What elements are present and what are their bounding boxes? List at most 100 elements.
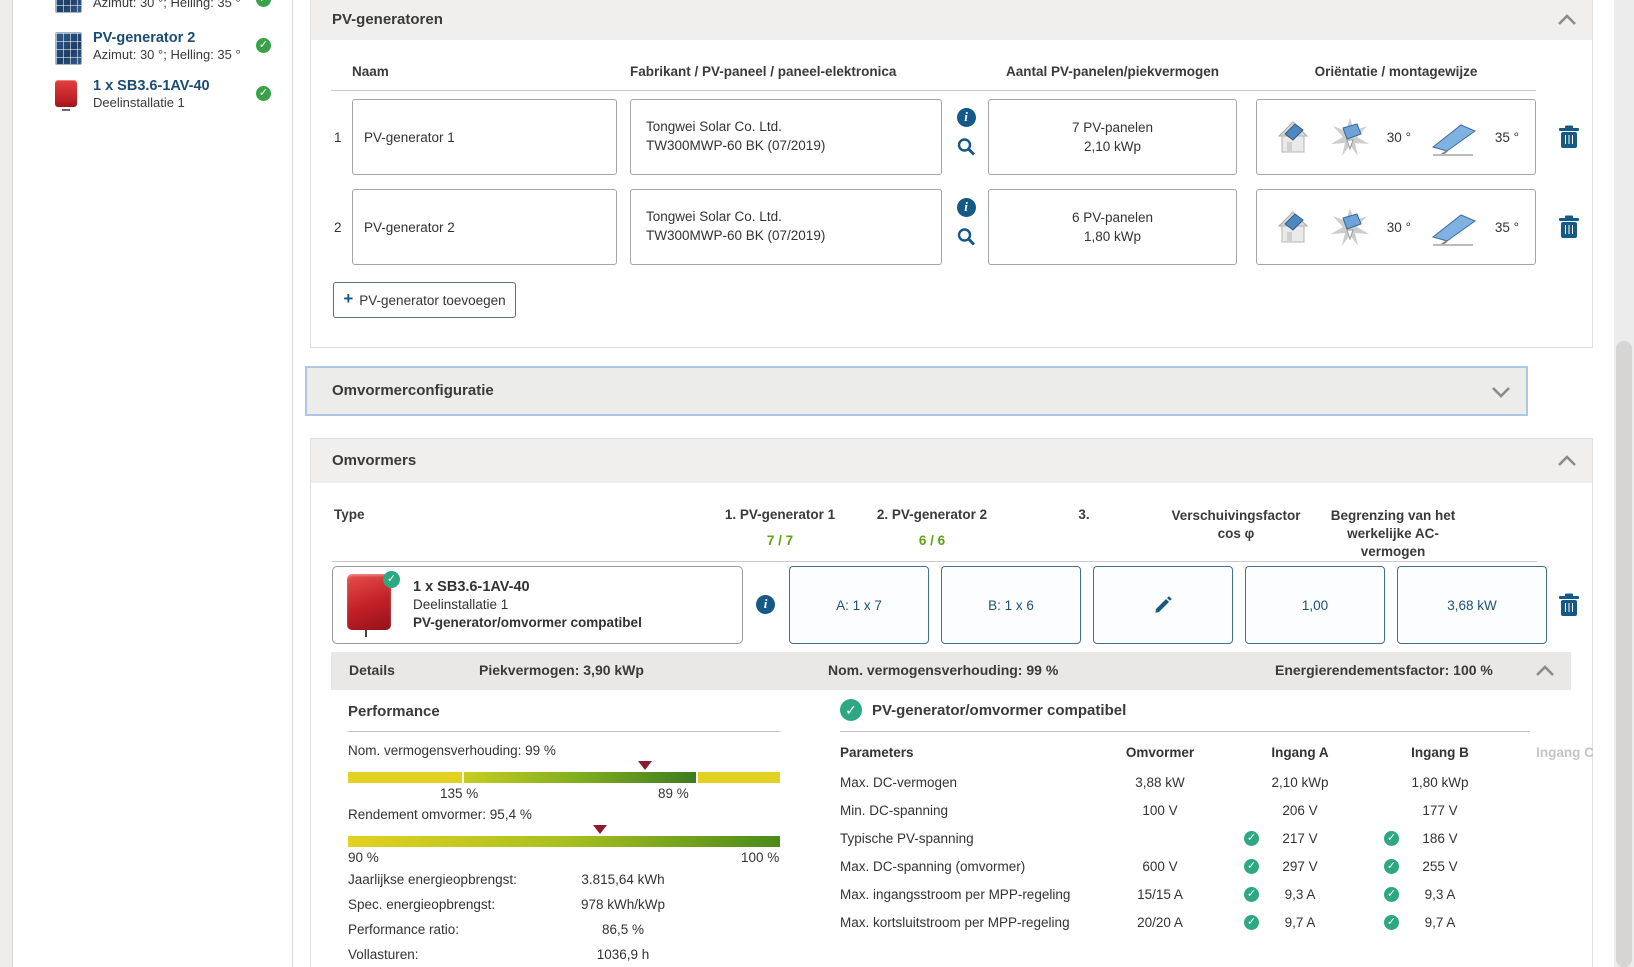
section-divider — [840, 731, 1530, 732]
input-a-assignment-box[interactable]: A: 1 x 7 — [789, 566, 929, 644]
pv-generator-name-input[interactable] — [353, 190, 616, 264]
check-ok-icon: ✓ — [256, 0, 271, 7]
search-icon[interactable] — [956, 137, 976, 157]
panel-count-box[interactable]: 6 PV-panelen 1,80 kWp — [988, 189, 1237, 265]
tilt-panel-icon — [1431, 214, 1476, 246]
sidebar-item-pv-generator-1[interactable]: PV-generator 1 Azimut: 30 °; Helling: 35… — [14, 0, 293, 22]
gen2-assigned-count: 6 / 6 — [918, 533, 946, 548]
inverter-value: 15/15 A — [1137, 887, 1183, 902]
column-header-cos-phi: Verschuivingsfactor cos φ — [1171, 508, 1301, 541]
pencil-icon — [1155, 596, 1172, 613]
column-header-orientation: Oriëntatie / montagewijze — [1314, 64, 1478, 79]
azimuth-compass-icon — [1330, 208, 1369, 246]
header-divider — [331, 90, 1536, 91]
sidebar-item-inverter[interactable]: 1 x SB3.6-1AV-40 Deelinstallatie 1 ✓ — [14, 78, 293, 122]
details-label: Details — [349, 662, 395, 678]
row-number: 1 — [334, 130, 342, 145]
inverters-header[interactable]: Omvormers — [311, 439, 1592, 483]
column-header-input-a: Ingang A — [1271, 745, 1329, 760]
nominal-ratio-label: Nom. vermogensverhouding: 99 % — [348, 743, 556, 758]
delete-icon[interactable] — [1558, 215, 1580, 239]
inverter-type-card[interactable]: ✓ 1 x SB3.6-1AV-40 Deelinstallatie 1 PV-… — [332, 566, 743, 644]
sidebar-item-subtitle: Azimut: 30 °; Helling: 35 ° — [93, 0, 241, 10]
gen1-assigned-count: 7 / 7 — [766, 533, 794, 548]
orientation-box[interactable]: 30 ° 35 ° — [1256, 99, 1536, 175]
cos-phi-box[interactable]: 1,00 — [1245, 566, 1385, 644]
info-icon[interactable]: i — [956, 108, 976, 127]
inverter-value: 3,88 kW — [1135, 775, 1185, 790]
bar2-tick-left: 90 % — [348, 850, 379, 865]
compatibility-heading: PV-generator/omvormer compatibel — [872, 702, 1127, 719]
inverter-type-title: 1 x SB3.6-1AV-40 — [413, 579, 530, 595]
scrollbar-track[interactable] — [1614, 0, 1634, 967]
bar1-tick-89: 89 % — [658, 786, 689, 801]
check-ok-icon: ✓ — [256, 38, 271, 53]
input-b-assignment-box[interactable]: B: 1 x 6 — [941, 566, 1081, 644]
sidebar-item-title: PV-generator 2 — [93, 30, 196, 46]
orientation-box[interactable]: 30 ° 35 ° — [1256, 189, 1536, 265]
module-select-box[interactable]: Tongwei Solar Co. Ltd. TW300MWP-60 BK (0… — [630, 99, 942, 175]
module-actions: i — [956, 198, 976, 247]
nominal-ratio-bar — [348, 772, 780, 783]
scrollbar-thumb[interactable] — [1616, 341, 1632, 967]
pv-generator-name-input[interactable] — [353, 100, 616, 174]
add-pv-generator-button[interactable]: + PV-generator toevoegen — [333, 282, 516, 318]
delete-icon[interactable] — [1558, 125, 1580, 149]
inverter-configuration-panel[interactable]: Omvormerconfiguratie — [305, 366, 1528, 416]
inverter-value: 20/20 A — [1137, 915, 1183, 930]
parameter-row: Min. DC-spanning 100 V 206 V 177 V — [840, 803, 1540, 827]
module-select-box[interactable]: Tongwei Solar Co. Ltd. TW300MWP-60 BK (0… — [630, 189, 942, 265]
check-ok-icon: ✓ — [1244, 915, 1259, 930]
panel-title: PV-generatoren — [332, 11, 443, 28]
sidebar-item-subtitle: Azimut: 30 °; Helling: 35 ° — [93, 47, 241, 62]
chevron-up-icon[interactable] — [1555, 450, 1579, 472]
bar1-marker — [638, 761, 652, 770]
stat-value: 978 kWh/kWp — [580, 897, 666, 912]
check-ok-icon: ✓ — [1384, 859, 1399, 874]
column-header-count: Aantal PV-panelen/piekvermogen — [1005, 64, 1220, 79]
row-number: 2 — [334, 220, 342, 235]
peak-power-summary: Piekvermogen: 3,90 kWp — [479, 662, 644, 678]
stat-label: Jaarlijkse energieopbrengst: — [348, 872, 517, 887]
pv-generator-row: 1 Tongwei Solar Co. Ltd. TW300MWP-60 BK … — [332, 99, 1594, 177]
parameter-row: Typische PV-spanning ✓ 217 V ✓ 186 V — [840, 831, 1540, 855]
check-ok-icon: ✓ — [840, 699, 862, 721]
input-c-edit-box[interactable] — [1093, 566, 1233, 644]
sidebar-item-pv-generator-2[interactable]: PV-generator 2 Azimut: 30 °; Helling: 35… — [14, 30, 293, 74]
tilt-panel-icon — [1431, 124, 1476, 156]
manufacturer-name: Tongwei Solar Co. Ltd. — [646, 209, 782, 224]
energy-factor-summary: Energierendementsfactor: 100 % — [1275, 662, 1493, 678]
input-a-value: ✓ 297 V — [1230, 859, 1370, 874]
delete-icon[interactable] — [1558, 593, 1580, 617]
inverter-compat-status: PV-generator/omvormer compatibel — [413, 615, 642, 630]
column-header-gen1: 1. PV-generator 1 — [724, 507, 836, 522]
chevron-up-icon[interactable] — [1555, 9, 1579, 31]
inverter-efficiency-bar — [348, 836, 780, 847]
chevron-down-icon[interactable] — [1489, 381, 1513, 403]
bar2-marker — [593, 825, 607, 834]
details-bar[interactable]: Details Piekvermogen: 3,90 kWp Nom. verm… — [331, 652, 1571, 690]
manufacturer-name: Tongwei Solar Co. Ltd. — [646, 119, 782, 134]
input-a-value: ✓ 217 V — [1230, 831, 1370, 846]
module-actions: i — [956, 108, 976, 157]
panel-count-box[interactable]: 7 PV-panelen 2,10 kWp — [988, 99, 1237, 175]
column-header-ac-limit: Begrenzing van het werkelijke AC-vermogen — [1330, 508, 1456, 559]
panel-title: Omvormers — [332, 452, 417, 469]
parameter-label: Max. DC-spanning (omvormer) — [840, 859, 1026, 874]
parameters-header-row: Parameters Omvormer Ingang A Ingang B In… — [840, 745, 1594, 769]
column-header-gen2: 2. PV-generator 2 — [876, 507, 988, 522]
inverter-icon — [55, 80, 77, 107]
sidebar: PV-generator 1 Azimut: 30 °; Helling: 35… — [14, 0, 293, 967]
chevron-up-icon[interactable] — [1533, 660, 1557, 682]
panel-title: Omvormerconfiguratie — [332, 382, 494, 399]
bar1-tick-135: 135 % — [440, 786, 479, 801]
input-a-value: ✓ 9,3 A — [1230, 887, 1370, 902]
info-icon[interactable]: i — [956, 198, 976, 217]
parameter-label: Max. DC-vermogen — [840, 775, 958, 790]
search-icon[interactable] — [956, 227, 976, 247]
tilt-value: 35 ° — [1494, 219, 1519, 235]
input-b-value: ✓ 255 V — [1370, 859, 1510, 874]
ac-limit-box[interactable]: 3,68 kW — [1397, 566, 1547, 644]
pv-generators-header[interactable]: PV-generatoren — [311, 0, 1592, 40]
info-icon[interactable]: i — [756, 595, 775, 614]
